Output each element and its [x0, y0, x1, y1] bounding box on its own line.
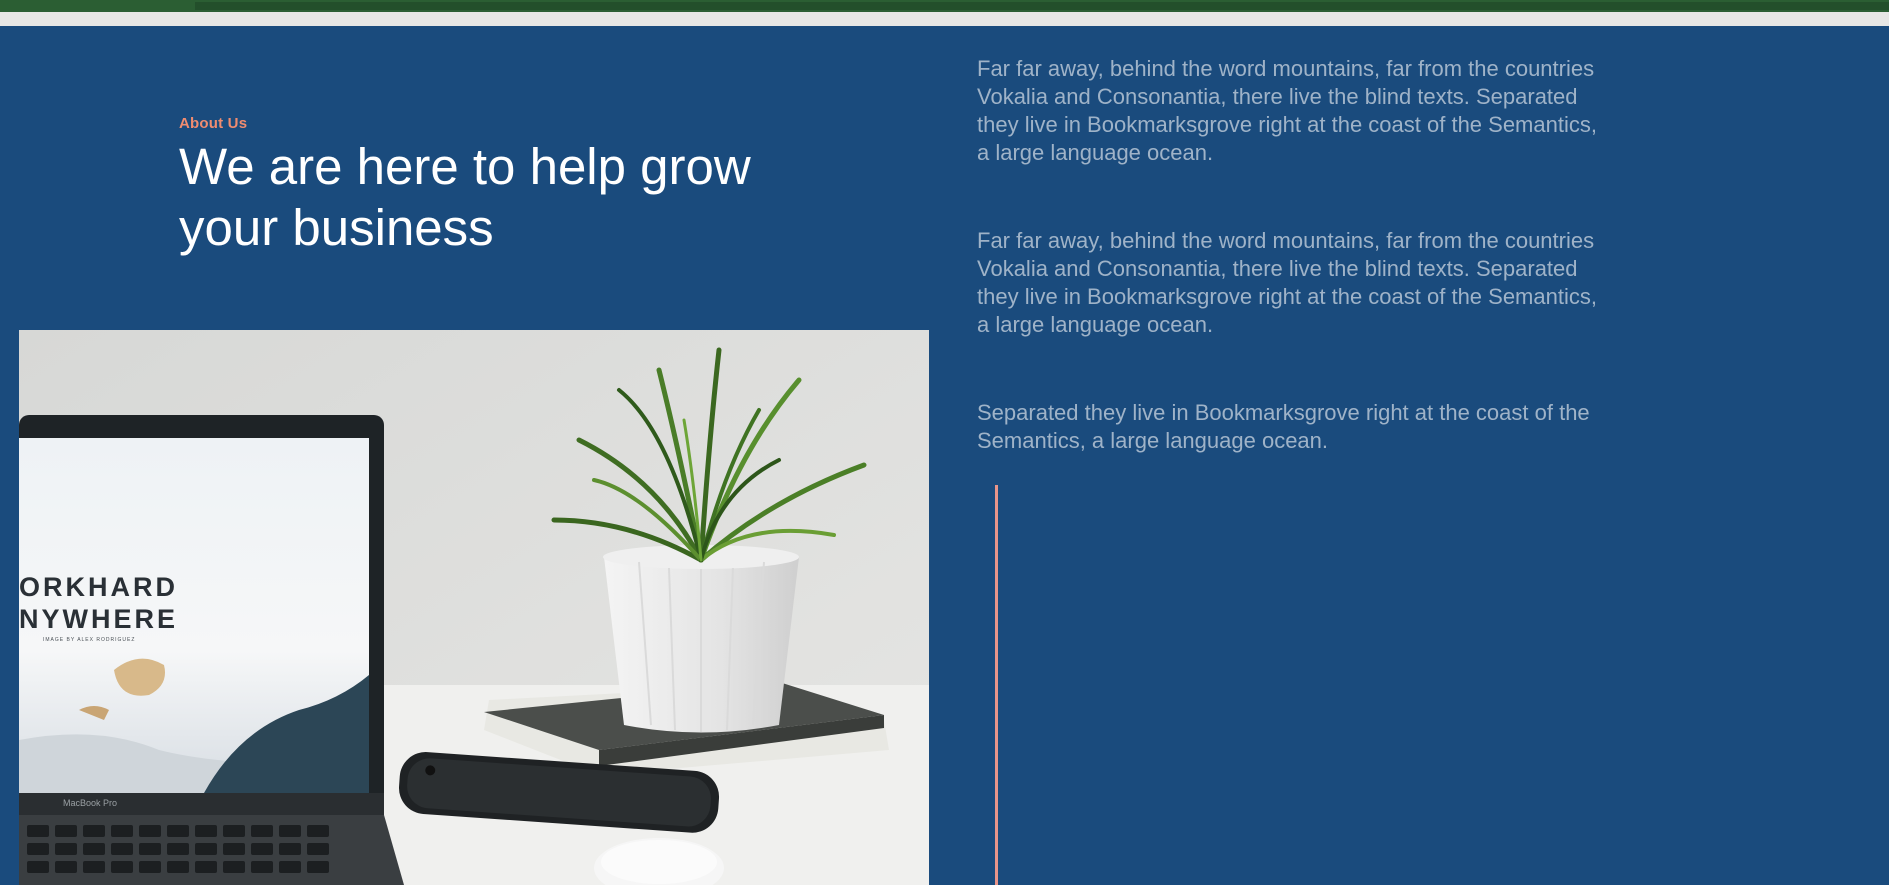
workspace-photo-illustration: ORKHARD NYWHERE IMAGE BY ALEX RODRIGUEZ … — [19, 330, 929, 885]
screen-text-line2: NYWHERE — [19, 604, 178, 634]
top-nav-bar-inner — [195, 2, 1889, 10]
laptop-model-label: MacBook Pro — [63, 798, 117, 808]
top-nav-bar — [0, 0, 1889, 12]
workspace-photo: ORKHARD NYWHERE IMAGE BY ALEX RODRIGUEZ … — [19, 330, 929, 885]
body-paragraph-1: Far far away, behind the word mountains,… — [977, 56, 1597, 165]
screen-caption: IMAGE BY ALEX RODRIGUEZ — [43, 637, 135, 643]
screen-text-line1: ORKHARD — [19, 572, 178, 602]
top-divider-strip — [0, 12, 1889, 26]
section-kicker: About Us — [179, 115, 248, 132]
section-heading: We are here to help grow your business — [179, 138, 751, 256]
accent-vertical-line — [995, 485, 998, 885]
body-paragraph-3: Separated they live in Bookmarksgrove ri… — [977, 400, 1590, 453]
body-paragraph-2: Far far away, behind the word mountains,… — [977, 228, 1597, 337]
